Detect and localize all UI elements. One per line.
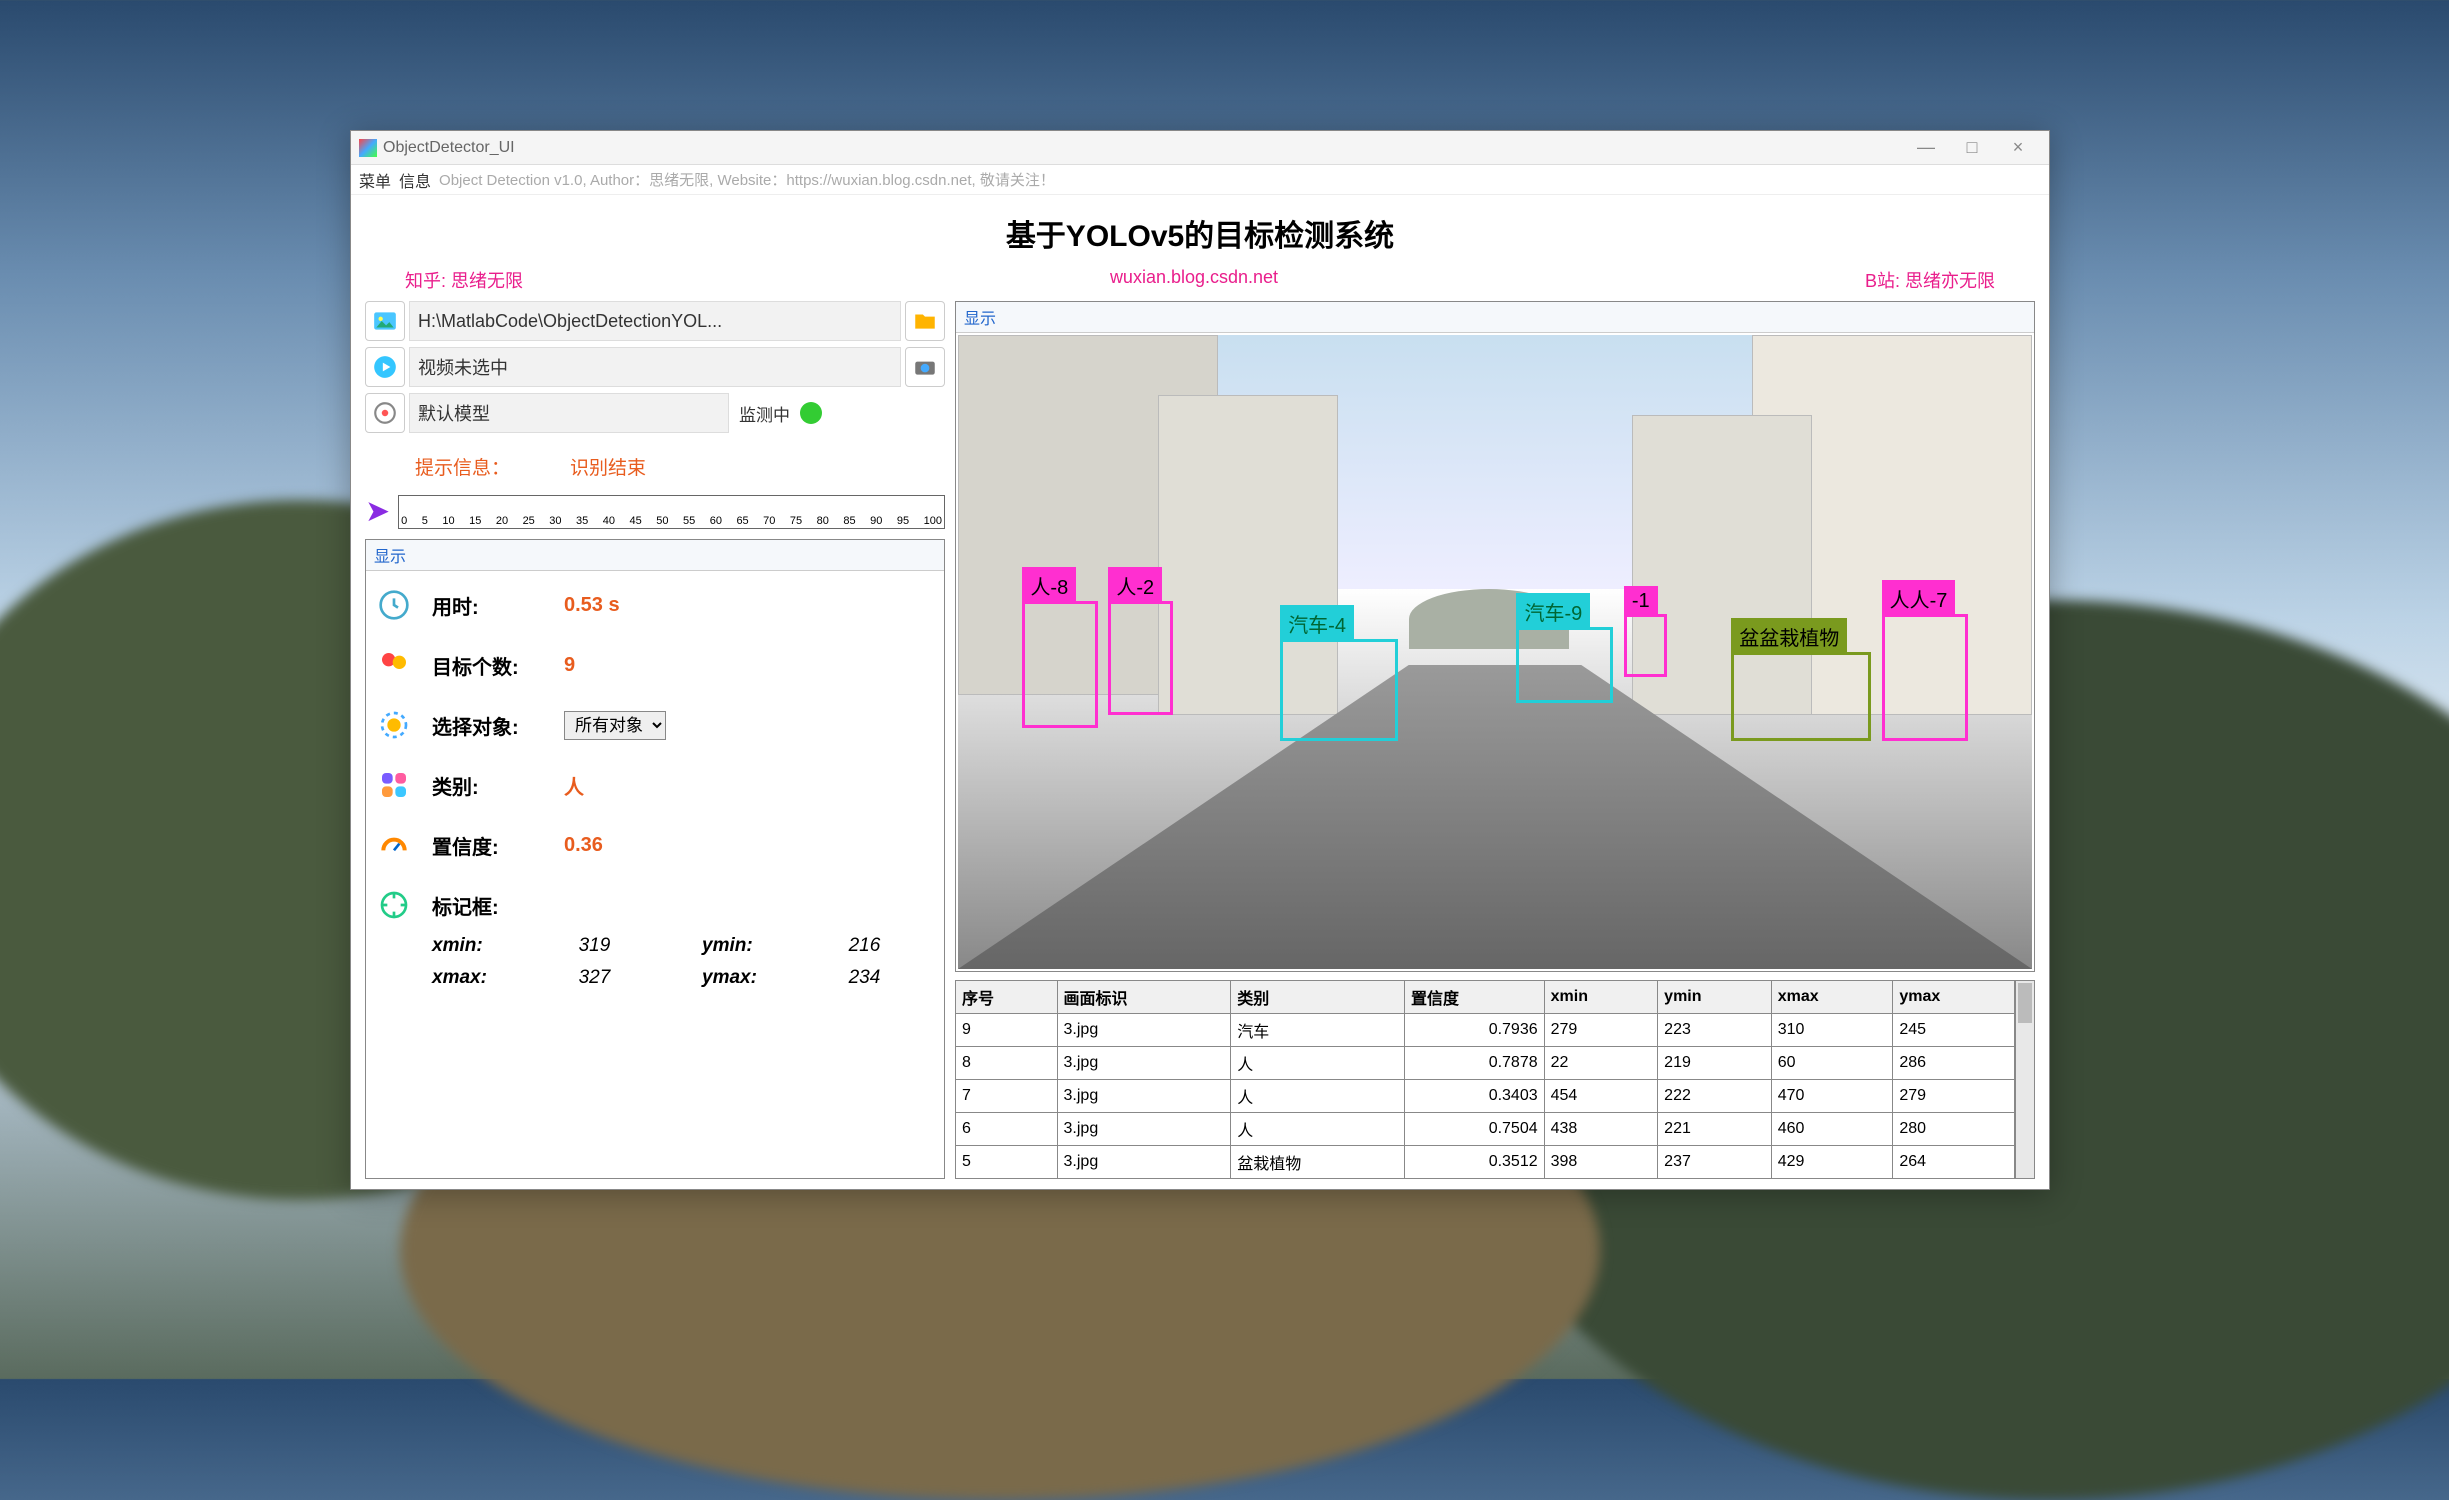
ymin-value: 216	[849, 935, 932, 957]
table-header[interactable]: xmin	[1544, 981, 1658, 1014]
results-table-wrap: 序号画面标识类别置信度xminyminxmaxymax 93.jpg汽车0.79…	[955, 980, 2035, 1179]
table-header[interactable]: ymin	[1658, 981, 1772, 1014]
detection-tag: 人人-7	[1882, 580, 1956, 617]
progress-ruler[interactable]: 0510152025303540455055606570758085909510…	[398, 495, 945, 529]
status-indicator	[800, 402, 822, 424]
detection-box: 盆盆栽植物	[1731, 652, 1871, 741]
video-icon-button[interactable]	[365, 347, 405, 387]
camera-icon	[912, 354, 938, 380]
page-title: 基于YOLOv5的目标检测系统	[365, 211, 2035, 255]
menu-item-main[interactable]: 菜单	[359, 168, 391, 192]
left-panel-title: 显示	[366, 540, 944, 571]
target-icon	[372, 400, 398, 426]
menubar-status: Object Detection v1.0, Author：思绪无限, Webs…	[439, 169, 1055, 190]
table-header[interactable]: ymax	[1893, 981, 2015, 1014]
folder-icon	[912, 308, 938, 334]
conf-label: 置信度:	[432, 831, 542, 860]
table-header[interactable]: 画面标识	[1057, 981, 1231, 1014]
detection-box: 汽车-4	[1280, 639, 1398, 740]
minimize-button[interactable]: —	[1903, 137, 1949, 158]
ymax-value: 234	[849, 967, 932, 989]
right-panel-title: 显示	[956, 302, 2034, 333]
links-row: 知乎: 思绪无限 wuxian.blog.csdn.net B站: 思绪亦无限	[365, 267, 2035, 293]
table-row[interactable]: 53.jpg盆栽植物0.3512398237429264	[956, 1146, 2015, 1179]
conf-value: 0.36	[564, 834, 603, 857]
xmin-value: 319	[579, 935, 662, 957]
close-button[interactable]: ×	[1995, 137, 2041, 158]
table-row[interactable]: 73.jpg人0.3403454222470279	[956, 1080, 2015, 1113]
video-icon	[372, 354, 398, 380]
image-path-field[interactable]: H:\MatlabCode\ObjectDetectionYOL...	[409, 301, 901, 341]
detection-tag: 汽车-4	[1280, 605, 1354, 642]
detection-tag: 人-2	[1108, 567, 1162, 604]
detection-tag: 汽车-9	[1516, 593, 1590, 630]
hint-label: 提示信息：	[415, 453, 510, 480]
monitor-label: 监测中	[733, 401, 796, 426]
xmin-label: xmin:	[432, 935, 539, 957]
detection-box: 人-8	[1022, 601, 1097, 728]
image-icon	[372, 308, 398, 334]
detection-box: 汽车-9	[1516, 627, 1613, 703]
titlebar[interactable]: ObjectDetector_UI — □ ×	[351, 131, 2049, 165]
table-scrollbar[interactable]	[2015, 980, 2035, 1179]
grid-icon	[378, 769, 410, 801]
detection-box: 人-2	[1108, 601, 1172, 715]
table-row[interactable]: 83.jpg人0.78782221960286	[956, 1047, 2015, 1080]
clock-icon	[378, 589, 410, 621]
model-icon-button[interactable]	[365, 393, 405, 433]
object-select[interactable]: 所有对象	[564, 711, 666, 740]
gauge-icon	[378, 829, 410, 861]
xmax-label: xmax:	[432, 967, 539, 989]
gear-icon	[378, 709, 410, 741]
table-header[interactable]: 序号	[956, 981, 1058, 1014]
cursor-icon: ➤	[365, 494, 390, 529]
menubar: 菜单 信息 Object Detection v1.0, Author：思绪无限…	[351, 165, 2049, 195]
bbox-label: 标记框:	[432, 891, 542, 920]
time-label: 用时:	[432, 591, 542, 620]
table-header[interactable]: 置信度	[1404, 981, 1544, 1014]
balloons-icon	[378, 649, 410, 681]
count-label: 目标个数:	[432, 651, 542, 680]
class-value: 人	[564, 771, 584, 800]
link-csdn[interactable]: wuxian.blog.csdn.net	[1110, 267, 1278, 293]
select-label: 选择对象:	[432, 711, 542, 740]
detection-box: 人人-7	[1882, 614, 1968, 741]
maximize-button[interactable]: □	[1949, 137, 1995, 158]
detection-box: -1	[1624, 614, 1667, 677]
link-bilibili[interactable]: B站: 思绪亦无限	[1865, 267, 1995, 293]
bbox-grid: xmin: 319 ymin: 216 xmax: 327 ymax: 234	[432, 935, 932, 989]
ymax-label: ymax:	[702, 967, 809, 989]
open-image-button[interactable]	[905, 301, 945, 341]
hint-value: 识别结束	[570, 453, 646, 480]
detection-tag: 盆盆栽植物	[1731, 618, 1847, 655]
video-status-field[interactable]: 视频未选中	[409, 347, 901, 387]
table-header[interactable]: 类别	[1231, 981, 1405, 1014]
detection-tag: 人-8	[1022, 567, 1076, 604]
xmax-value: 327	[579, 967, 662, 989]
time-value: 0.53 s	[564, 594, 620, 617]
ymin-label: ymin:	[702, 935, 809, 957]
detection-tag: -1	[1624, 586, 1658, 617]
model-name-field[interactable]: 默认模型	[409, 393, 729, 433]
bbox-icon	[378, 889, 410, 921]
image-icon-button[interactable]	[365, 301, 405, 341]
app-window: ObjectDetector_UI — □ × 菜单 信息 Object Det…	[350, 130, 2050, 1190]
results-table[interactable]: 序号画面标识类别置信度xminyminxmaxymax 93.jpg汽车0.79…	[955, 980, 2015, 1179]
camera-button[interactable]	[905, 347, 945, 387]
table-row[interactable]: 93.jpg汽车0.7936279223310245	[956, 1014, 2015, 1047]
detection-image: 人-8人-2汽车-4汽车-9-1盆盆栽植物人人-7	[958, 335, 2032, 969]
link-zhihu[interactable]: 知乎: 思绪无限	[405, 267, 523, 293]
window-title: ObjectDetector_UI	[383, 139, 515, 157]
menu-item-info[interactable]: 信息	[399, 168, 431, 192]
count-value: 9	[564, 654, 575, 677]
table-header[interactable]: xmax	[1771, 981, 1893, 1014]
class-label: 类别:	[432, 771, 542, 800]
app-icon	[359, 139, 377, 157]
table-row[interactable]: 63.jpg人0.7504438221460280	[956, 1113, 2015, 1146]
